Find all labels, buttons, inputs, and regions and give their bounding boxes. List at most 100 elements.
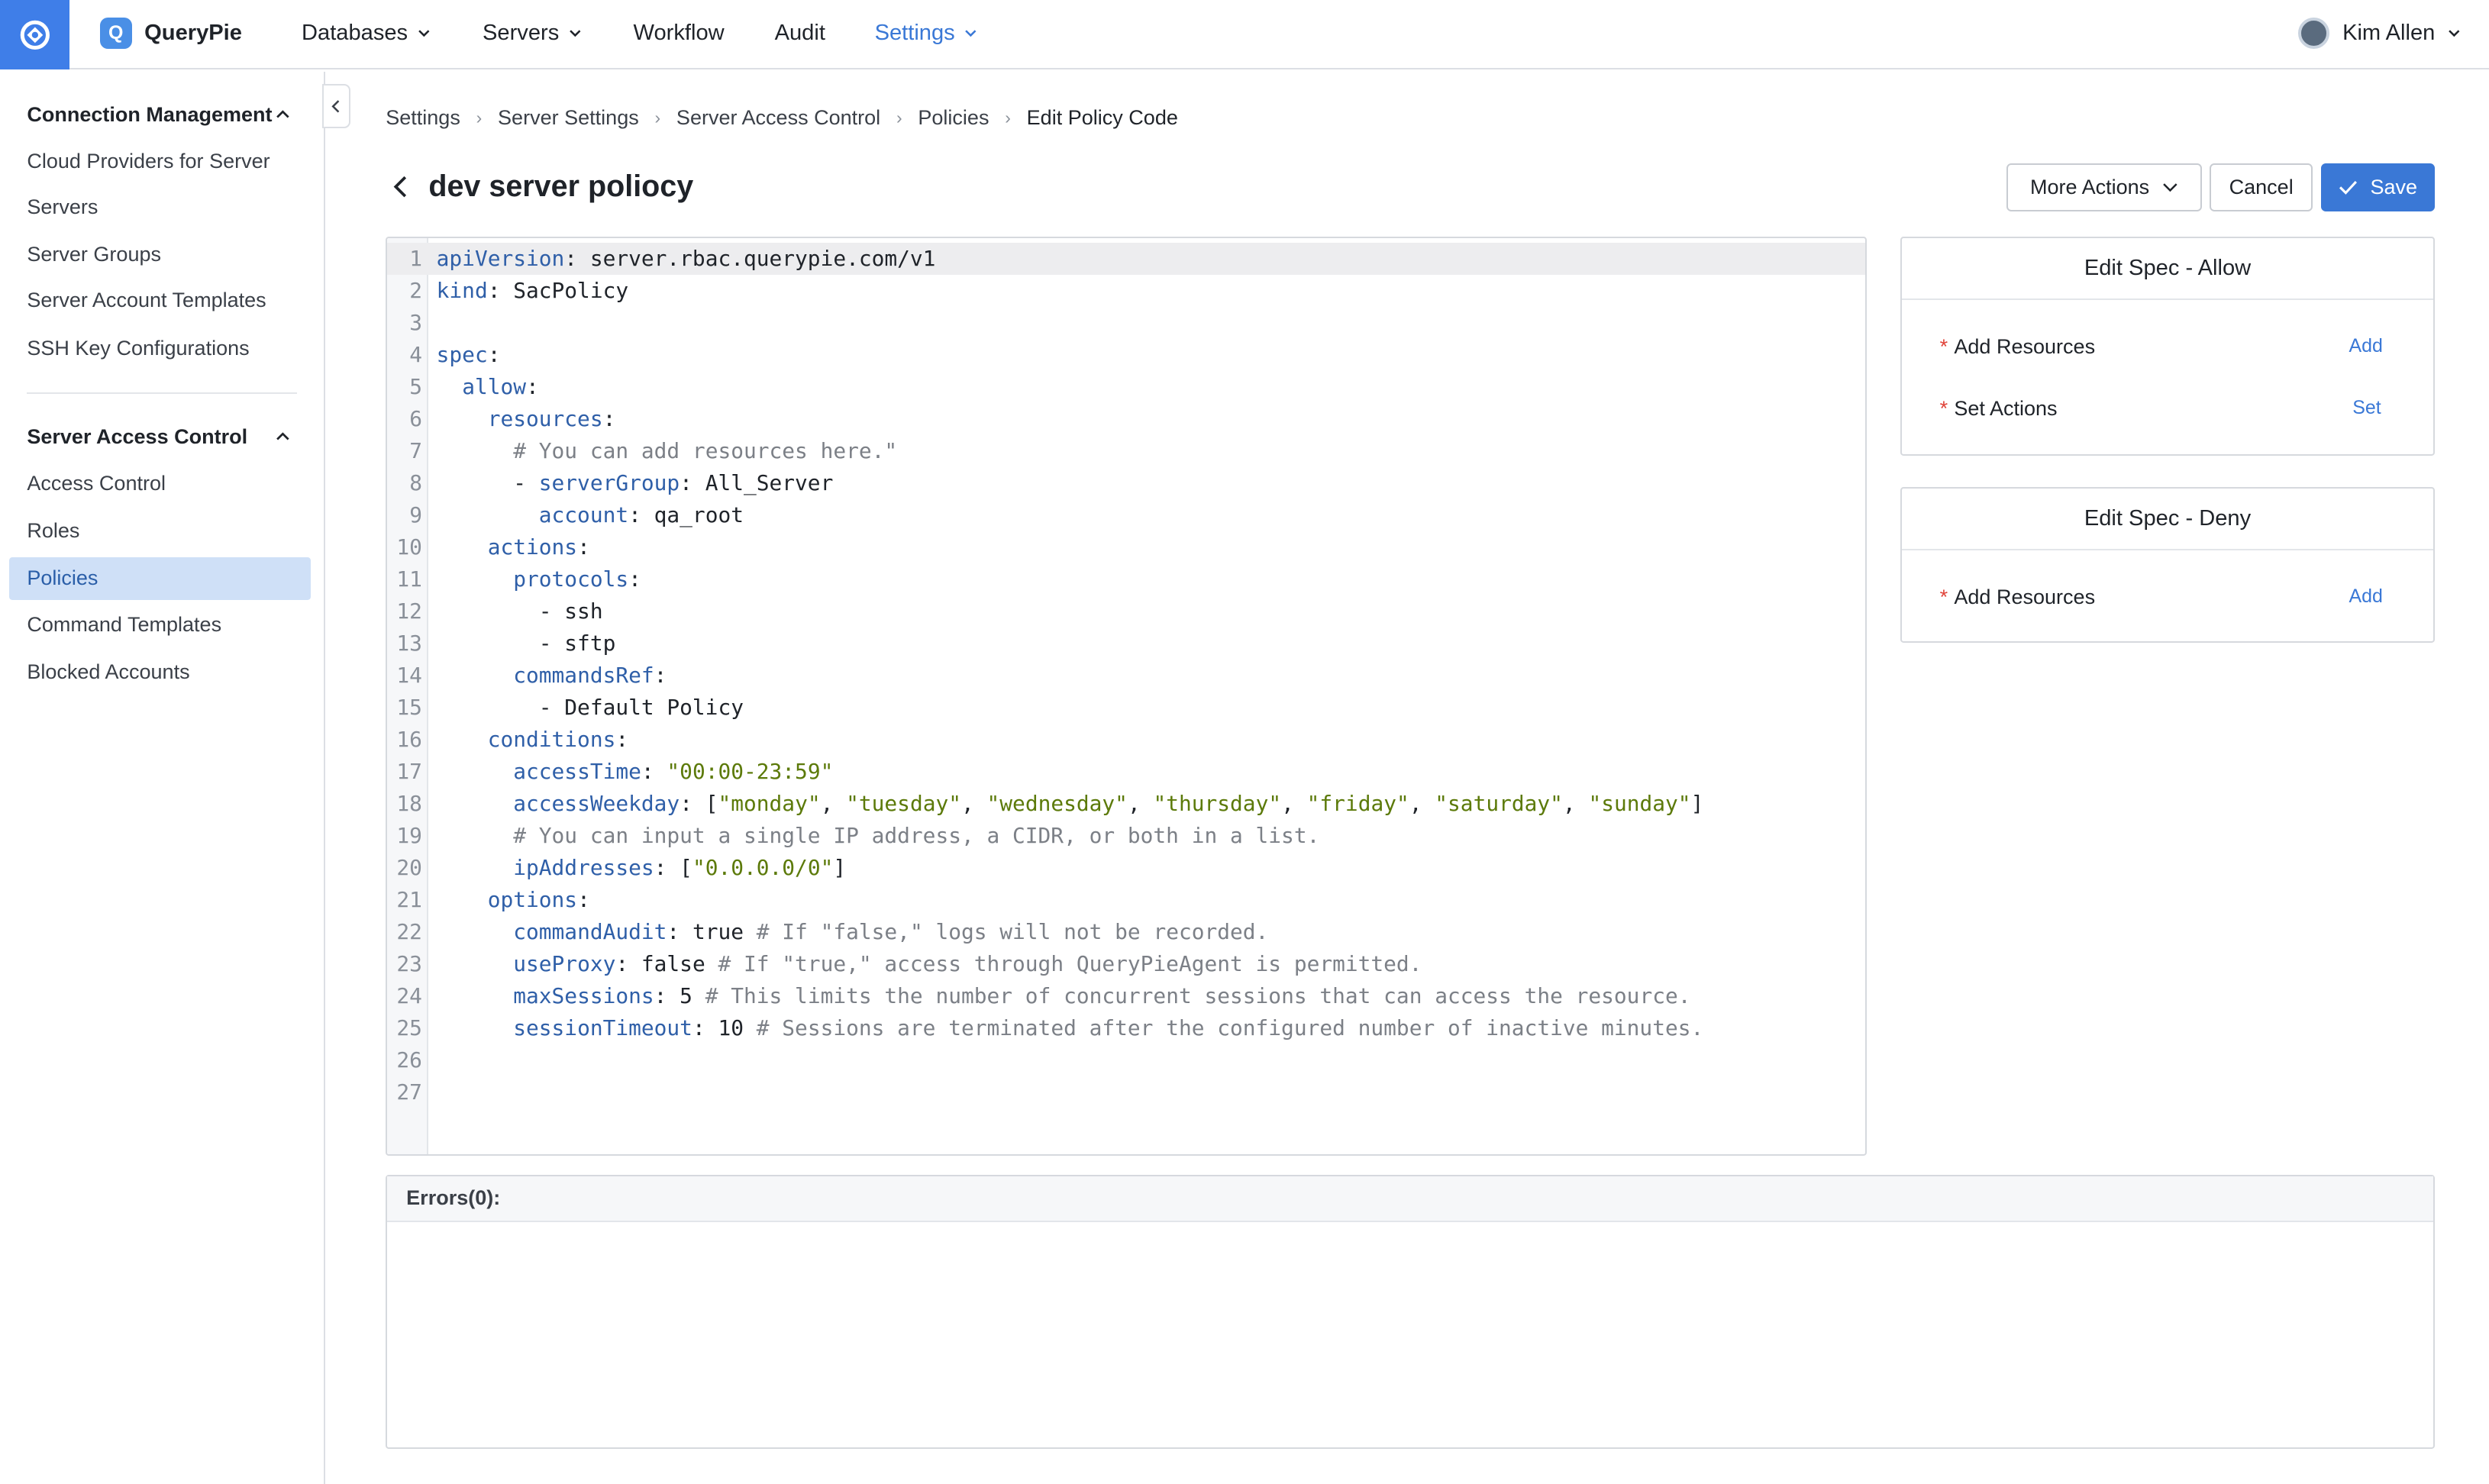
breadcrumb-server-access-control[interactable]: Server Access Control — [676, 106, 880, 130]
line-number: 24 — [396, 982, 422, 1008]
chevron-down-icon — [2163, 183, 2177, 192]
code-text: # You can add resources here." — [513, 438, 898, 463]
sidebar-item-ssh-key-configurations[interactable]: SSH Key Configurations — [9, 327, 311, 369]
breadcrumb-separator-icon: › — [476, 108, 483, 128]
nav-workflow[interactable]: Workflow — [634, 21, 725, 46]
edit-spec-deny-panel: Edit Spec - Deny * Add Resources Add — [1900, 487, 2436, 644]
sidebar-item-roles[interactable]: Roles — [9, 509, 311, 552]
brand[interactable]: Q QueryPie — [99, 17, 242, 50]
sidebar-section-server-access-control[interactable]: Server Access Control — [27, 425, 290, 449]
deny-add-resources-button[interactable]: Add — [2349, 586, 2382, 608]
user-menu[interactable]: Kim Allen — [2297, 17, 2461, 50]
code-line: 3 — [387, 307, 1865, 339]
user-name: Kim Allen — [2342, 21, 2436, 46]
sidebar-item-access-control[interactable]: Access Control — [9, 462, 311, 505]
sidebar-item-servers[interactable]: Servers — [9, 186, 311, 228]
sidebar-item-server-groups[interactable]: Server Groups — [9, 234, 311, 276]
code-text: commandAudit: true # If "false," logs wi… — [513, 918, 1269, 944]
code-text: - ssh — [436, 598, 603, 624]
chevron-down-icon — [2449, 30, 2460, 37]
sidebar-item-server-account-templates[interactable]: Server Account Templates — [9, 279, 311, 322]
code-line: 19 # You can input a single IP address, … — [387, 820, 1865, 852]
line-number: 7 — [409, 438, 422, 463]
code-text: - sftp — [436, 630, 616, 656]
line-number: 12 — [396, 598, 422, 624]
cancel-button[interactable]: Cancel — [2210, 163, 2313, 211]
allow-set-actions-label: * Set Actions — [1939, 396, 2058, 420]
line-number: 5 — [409, 374, 422, 399]
app-logo-icon[interactable] — [0, 0, 70, 70]
top-navigation-bar: Q QueryPie Databases Servers Workflow Au… — [0, 0, 2489, 70]
chevron-down-icon — [418, 30, 430, 37]
allow-add-resources-button[interactable]: Add — [2349, 335, 2382, 357]
back-arrow-icon[interactable] — [390, 174, 412, 199]
code-line: 26 — [387, 1044, 1865, 1076]
sidebar-item-command-templates[interactable]: Command Templates — [9, 603, 311, 646]
more-actions-button[interactable]: More Actions — [2006, 163, 2202, 211]
code-text: account: qa_root — [538, 502, 744, 527]
errors-label: Errors(0): — [387, 1176, 2434, 1222]
brand-logo-icon: Q — [99, 17, 132, 50]
breadcrumb-separator-icon: › — [1005, 108, 1011, 128]
code-text: - Default Policy — [436, 694, 744, 720]
breadcrumb-settings[interactable]: Settings — [386, 106, 460, 130]
line-number: 14 — [396, 662, 422, 688]
code-text: sessionTimeout: 10 # Sessions are termin… — [513, 1015, 1704, 1040]
code-text: conditions: — [487, 726, 629, 752]
sidebar-item-cloud-providers[interactable]: Cloud Providers for Server — [9, 140, 311, 182]
code-line: 25 sessionTimeout: 10 # Sessions are ter… — [387, 1012, 1865, 1044]
code-line: 13 - sftp — [387, 627, 1865, 660]
nav-settings-label: Settings — [874, 21, 955, 46]
page-title: dev server poliocy — [428, 169, 694, 204]
allow-set-actions-row: * Set Actions Set — [1902, 378, 2434, 440]
sidebar-item-policies[interactable]: Policies — [9, 556, 312, 600]
chevron-down-icon — [965, 30, 977, 37]
chevron-up-icon — [276, 432, 289, 440]
line-number: 21 — [396, 886, 422, 912]
allow-set-actions-button[interactable]: Set — [2352, 397, 2381, 419]
code-text: actions: — [487, 534, 590, 560]
breadcrumb-policies[interactable]: Policies — [918, 106, 989, 130]
check-icon — [2339, 180, 2357, 195]
sidebar-item-blocked-accounts[interactable]: Blocked Accounts — [9, 650, 311, 693]
save-button[interactable]: Save — [2320, 163, 2436, 211]
nav-audit-label: Audit — [774, 21, 825, 46]
line-number: 27 — [396, 1079, 422, 1105]
sidebar-section-connection-management[interactable]: Connection Management — [27, 103, 290, 127]
sidebar-section-title: Server Access Control — [27, 425, 248, 449]
code-text: accessTime: "00:00-23:59" — [513, 758, 834, 784]
edit-spec-allow-title: Edit Spec - Allow — [1901, 238, 2434, 300]
code-text: - serverGroup: All_Server — [436, 470, 834, 495]
code-line: 27 — [387, 1076, 1865, 1108]
avatar — [2297, 17, 2330, 50]
sidebar: Connection Management Cloud Providers fo… — [0, 71, 326, 1484]
breadcrumb-server-settings[interactable]: Server Settings — [498, 106, 639, 130]
line-number: 11 — [396, 566, 422, 592]
code-text: useProxy: false # If "true," access thro… — [513, 950, 1422, 976]
sidebar-section-title: Connection Management — [27, 103, 273, 127]
code-line: 22 commandAudit: true # If "false," logs… — [387, 916, 1865, 948]
code-line: 11 protocols: — [387, 563, 1865, 595]
line-number: 2 — [409, 278, 422, 304]
code-text: resources: — [487, 406, 616, 431]
breadcrumb: Settings › Server Settings › Server Acce… — [386, 106, 1178, 130]
line-number: 3 — [409, 310, 422, 335]
line-number: 19 — [396, 822, 422, 848]
line-number: 18 — [396, 790, 422, 816]
line-number: 23 — [396, 950, 422, 976]
code-line: 2 kind: SacPolicy — [387, 275, 1865, 307]
line-number: 16 — [396, 726, 422, 752]
line-number: 1 — [409, 246, 422, 272]
more-actions-label: More Actions — [2030, 175, 2150, 198]
sidebar-collapse-button[interactable] — [322, 84, 351, 129]
code-line: 18 accessWeekday: ["monday", "tuesday", … — [387, 788, 1865, 820]
nav-databases[interactable]: Databases — [302, 21, 430, 46]
nav-audit[interactable]: Audit — [775, 21, 825, 46]
code-text: apiVersion: server.rbac.querypie.com/v1 — [436, 246, 936, 272]
cancel-label: Cancel — [2229, 175, 2294, 198]
policy-code-editor[interactable]: 1 apiVersion: server.rbac.querypie.com/v1… — [386, 236, 1868, 1156]
code-line: 21 options: — [387, 884, 1865, 916]
nav-settings[interactable]: Settings — [875, 21, 977, 46]
nav-servers[interactable]: Servers — [483, 21, 581, 46]
chevron-down-icon — [569, 30, 581, 37]
